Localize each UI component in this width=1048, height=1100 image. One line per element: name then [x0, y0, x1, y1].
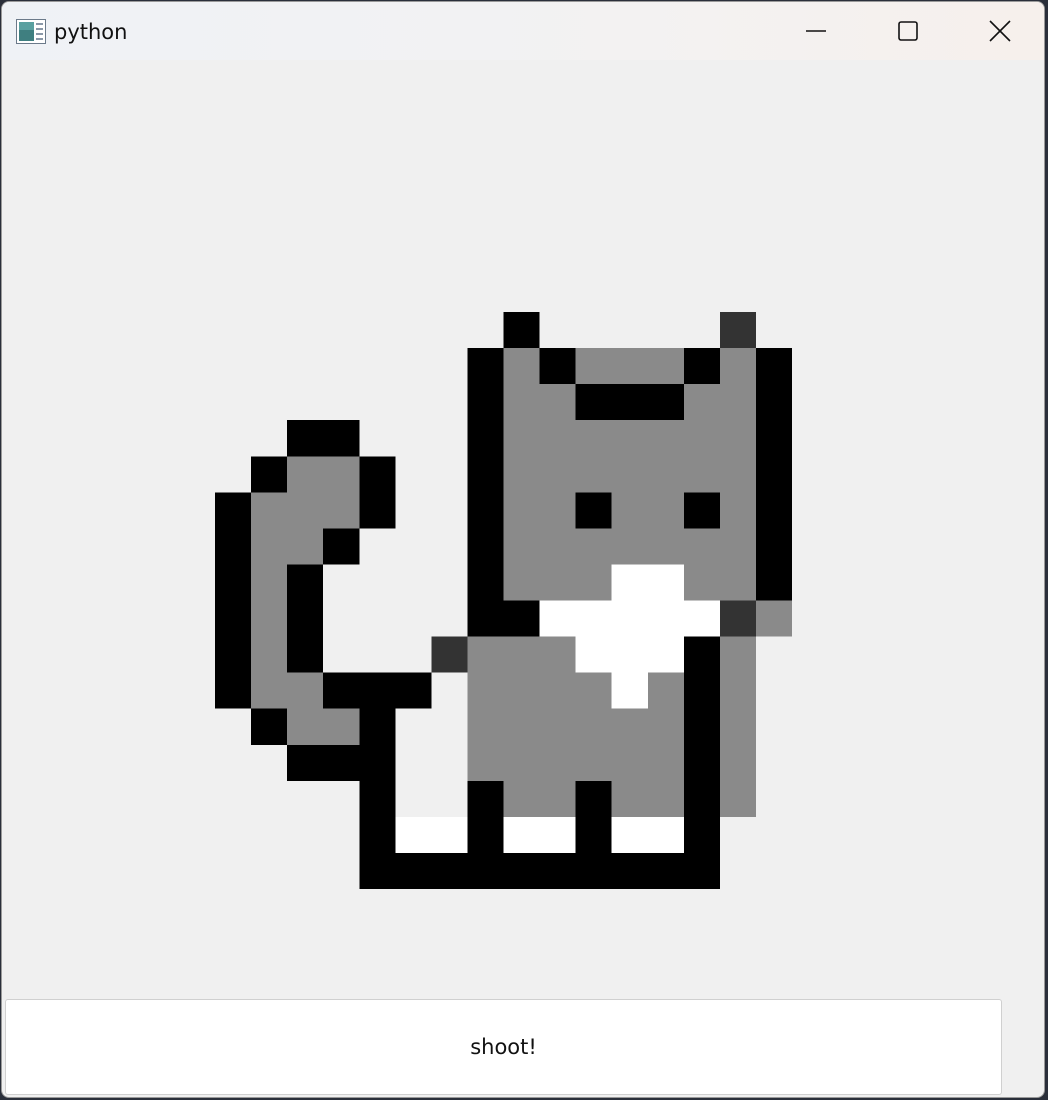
- python-app-icon: [16, 19, 46, 44]
- minimize-button[interactable]: [770, 2, 862, 60]
- window-title: python: [54, 20, 128, 44]
- maximize-button[interactable]: [862, 2, 954, 60]
- close-button[interactable]: [954, 2, 1044, 60]
- maximize-icon: [898, 21, 918, 41]
- image-area: [2, 60, 1044, 998]
- pixel-cat-image: [215, 312, 792, 889]
- title-bar[interactable]: python: [2, 2, 1044, 60]
- minimize-icon: [806, 30, 826, 32]
- close-icon: [989, 20, 1011, 42]
- shoot-button[interactable]: shoot!: [5, 999, 1002, 1095]
- app-window: python shoot!: [1, 1, 1045, 1098]
